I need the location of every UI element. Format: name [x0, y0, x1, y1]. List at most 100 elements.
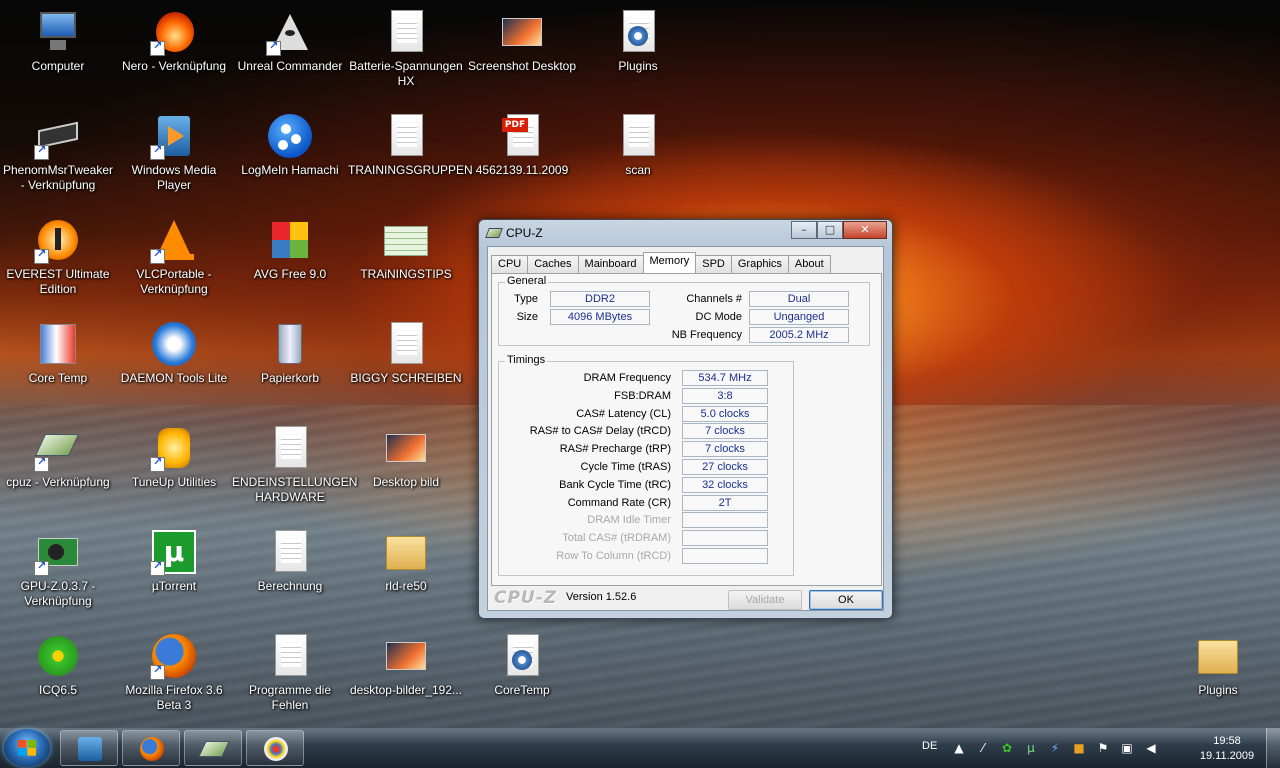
desktop-icon[interactable]: Computer — [0, 8, 116, 74]
icq-tray-icon[interactable]: ✿ — [1000, 741, 1014, 755]
desktop-icon[interactable]: Plugins — [1160, 632, 1276, 698]
desktop-icon[interactable]: TRAiNINGSTIPS — [348, 216, 464, 282]
everest-icon — [34, 216, 82, 264]
language-indicator[interactable]: DE — [922, 740, 937, 752]
tab-caches[interactable]: Caches — [527, 255, 579, 273]
timing-value: 27 clocks — [682, 459, 768, 475]
desktop-icon-label: 4562139.11.2009 — [475, 163, 569, 177]
desktop-icon-label: ENDEINSTELLUNGEN HARDWARE — [232, 475, 358, 504]
shortcut-arrow-icon — [150, 663, 165, 680]
clock[interactable]: 19:58 19.11.2009 — [1192, 734, 1262, 764]
desktop-icon[interactable]: Batterie-Spannungen HX — [348, 8, 464, 89]
hamachi-icon — [266, 112, 314, 160]
shortcut-arrow-icon — [34, 455, 49, 472]
desktop-icon[interactable]: Nero - Verknüpfung — [116, 8, 232, 74]
desktop-icon-label: Computer — [31, 59, 85, 73]
text-document-icon — [266, 632, 314, 680]
desktop-icon[interactable]: Berechnung — [232, 528, 348, 594]
start-button[interactable] — [4, 729, 50, 767]
clock-time: 19:58 — [1213, 735, 1241, 747]
desktop-icon[interactable]: ICQ6.5 — [0, 632, 116, 698]
channels-value: Dual — [749, 291, 849, 307]
taskbar-button[interactable] — [60, 730, 118, 766]
tab-cpu[interactable]: CPU — [491, 255, 529, 273]
desktop-icon[interactable]: TuneUp Utilities — [116, 424, 232, 490]
desktop-icon[interactable]: LogMeIn Hamachi — [232, 112, 348, 178]
minimize-button[interactable]: – — [791, 221, 817, 239]
desktop-icon[interactable]: AVG Free 9.0 — [232, 216, 348, 282]
desktop-icon[interactable]: TRAININGSGRUPPEN — [348, 112, 473, 178]
cpuz-logo: CPU-Z — [494, 588, 558, 608]
desktop-icon-label: Core Temp — [28, 371, 88, 385]
desktop-icon[interactable]: Desktop bild — [348, 424, 464, 490]
desktop-icon[interactable]: rld-re50 — [348, 528, 464, 594]
ok-button[interactable]: OK — [809, 590, 883, 610]
network-icon[interactable]: ▣ — [1120, 741, 1134, 755]
desktop-icon[interactable]: Plugins — [580, 8, 696, 74]
media-player-icon — [78, 737, 102, 761]
desktop-icon[interactable]: Core Temp — [0, 320, 116, 386]
size-value: 4096 MBytes — [550, 309, 650, 325]
close-button[interactable]: ✕ — [843, 221, 887, 239]
tab-about[interactable]: About — [787, 255, 831, 273]
cpuz-app-icon — [485, 228, 503, 238]
utorrent-tray-icon[interactable]: µ — [1024, 741, 1038, 755]
tab-strip: CPU Caches Mainboard Memory SPD Graphics About — [491, 252, 831, 273]
desktop-icon[interactable]: PhenomMsrTweaker - Verknüpfung — [0, 112, 116, 193]
desktop-icon[interactable]: cpuz - Verknüpfung — [0, 424, 116, 490]
show-desktop-button[interactable] — [1266, 728, 1280, 768]
tuneup-icon — [150, 424, 198, 472]
desktop-icon-label: ICQ6.5 — [38, 683, 77, 697]
desktop-icon[interactable]: Papierkorb — [232, 320, 348, 386]
desktop-icon[interactable]: Windows Media Player — [116, 112, 232, 193]
taskbar-button[interactable] — [184, 730, 242, 766]
title-bar[interactable]: CPU-Z – □ ✕ — [479, 220, 892, 246]
desktop-icon[interactable]: CoreTemp — [464, 632, 580, 698]
network-tool-icon[interactable]: ⁄ — [976, 741, 990, 755]
unreal-commander-icon — [266, 8, 314, 56]
desktop-icon[interactable]: Screenshot Desktop — [464, 8, 580, 74]
desktop-icon[interactable]: EVEREST Ultimate Edition — [0, 216, 116, 297]
maximize-button[interactable]: □ — [817, 221, 843, 239]
desktop-icon[interactable]: BIGGY SCHREIBEN — [348, 320, 464, 386]
tab-spd[interactable]: SPD — [695, 255, 732, 273]
desktop-icon[interactable]: scan — [580, 112, 696, 178]
desktop-icon[interactable]: Mozilla Firefox 3.6 Beta 3 — [116, 632, 232, 713]
desktop-icon-label: DAEMON Tools Lite — [120, 371, 228, 385]
desktop-icon[interactable]: ENDEINSTELLUNGEN HARDWARE — [232, 424, 358, 505]
timing-label: Command Rate (CR) — [567, 496, 671, 509]
timing-label: DRAM Idle Timer — [587, 514, 671, 527]
tab-mainboard[interactable]: Mainboard — [577, 255, 644, 273]
desktop-icon[interactable]: Programme die Fehlen — [232, 632, 348, 713]
timing-label: Bank Cycle Time (tRC) — [559, 478, 671, 491]
avg-tray-icon[interactable]: ■ — [1072, 741, 1086, 755]
desktop-icon-label: Unreal Commander — [237, 59, 343, 73]
dc-mode-value: Unganged — [749, 309, 849, 325]
action-center-flag-icon[interactable]: ⚑ — [1096, 741, 1110, 755]
tab-graphics[interactable]: Graphics — [730, 255, 789, 273]
tab-memory[interactable]: Memory — [642, 252, 697, 273]
cpuz-window: CPU-Z – □ ✕ CPU Caches Mainboard Memory SPD G… — [478, 219, 893, 619]
desktop-icon[interactable]: µ µTorrent — [116, 528, 232, 594]
size-label: Size — [516, 311, 538, 323]
media-player-icon — [150, 112, 198, 160]
desktop-icon[interactable]: PDF 4562139.11.2009 — [464, 112, 580, 178]
desktop-icon[interactable]: Unreal Commander — [232, 8, 348, 74]
desktop-icon[interactable]: desktop-bilder_192... — [348, 632, 464, 698]
desktop-icon-label: Desktop bild — [372, 475, 440, 489]
show-hidden-icon[interactable]: ▲ — [952, 741, 966, 755]
taskbar-button[interactable] — [246, 730, 304, 766]
validate-button[interactable]: Validate — [728, 590, 802, 610]
desktop-icon[interactable]: GPU-Z.0.3.7 - Verknüpfung — [0, 528, 116, 609]
dc-mode-label: DC Mode — [695, 311, 742, 323]
timing-value: 3:8 — [682, 387, 768, 404]
timing-label: RAS# Precharge (tRP) — [559, 443, 671, 456]
volume-icon[interactable]: ◀ — [1144, 741, 1158, 755]
clock-date: 19.11.2009 — [1199, 750, 1255, 762]
taskbar-button[interactable] — [122, 730, 180, 766]
shortcut-arrow-icon — [266, 39, 281, 56]
desktop-icon[interactable]: DAEMON Tools Lite — [116, 320, 232, 386]
desktop-icon-label: GPU-Z.0.3.7 - Verknüpfung — [20, 579, 96, 608]
desktop-icon[interactable]: VLCPortable - Verknüpfung — [116, 216, 232, 297]
daemon-tray-icon[interactable]: ⚡ — [1048, 741, 1062, 755]
